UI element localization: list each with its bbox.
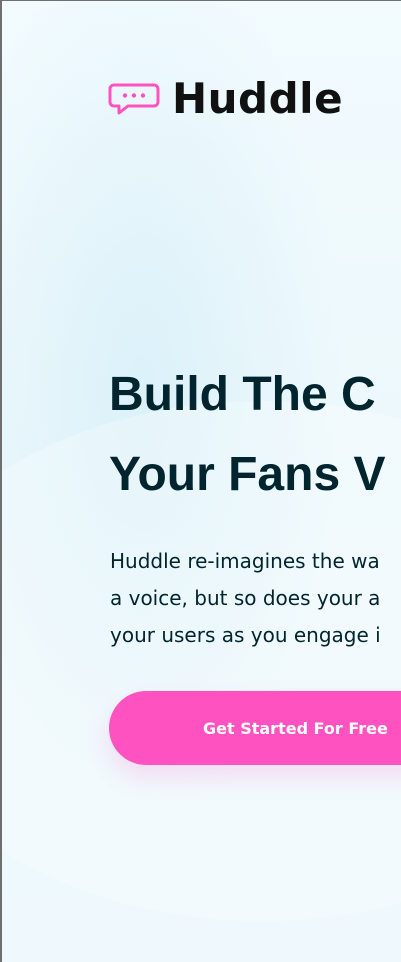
hero-headline: Build The C Your Fans V (109, 355, 401, 515)
logo-text: Huddle (172, 74, 344, 123)
description-line: your users as you engage i (110, 623, 381, 647)
description-line: a voice, but so does your a (110, 586, 381, 610)
chat-bubble-icon (108, 83, 160, 115)
page: Huddle Build The C Your Fans V Huddle re… (0, 0, 401, 962)
description-line: Huddle re-imagines the wa (110, 549, 380, 573)
logo[interactable]: Huddle (108, 78, 343, 120)
hero-description: Huddle re-imagines the wa a voice, but s… (110, 543, 401, 654)
headline-line: Your Fans V (109, 448, 386, 501)
headline-line: Build The C (109, 368, 376, 421)
get-started-button[interactable]: Get Started For Free (109, 691, 401, 765)
